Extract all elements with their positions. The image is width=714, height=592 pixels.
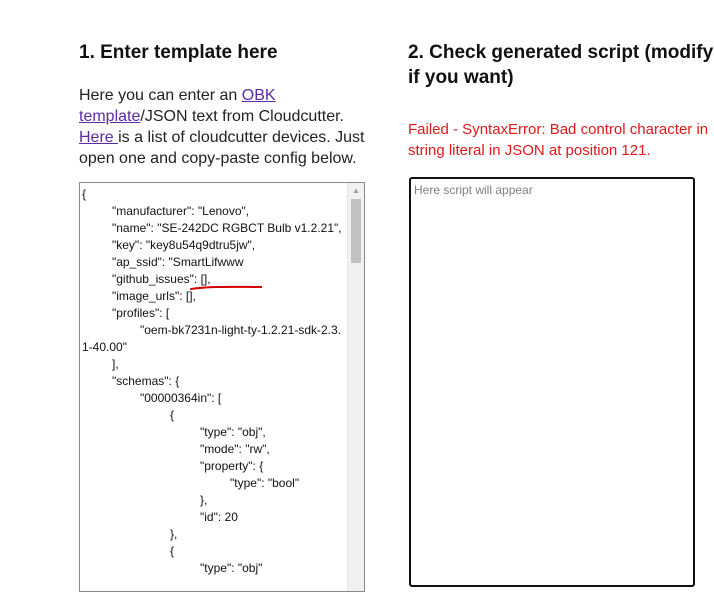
template-textarea[interactable]: { "manufacturer": "Lenovo", "name": "SE-…	[79, 182, 365, 592]
template-line: "oem-bk7231n-light-ty-1.2.21-sdk-2.3.1-4…	[82, 323, 342, 354]
intro-text: is a list of cloudcutter devices. Just o…	[79, 129, 365, 167]
template-line: "profiles": [	[112, 306, 170, 320]
script-placeholder: Here script will appear	[414, 183, 533, 197]
template-line: },	[200, 493, 208, 507]
template-line: "type": "obj"	[200, 561, 263, 575]
intro-text: Here you can enter an	[79, 87, 242, 104]
template-heading: 1. Enter template here	[79, 42, 278, 63]
script-section: 2. Check generated script (modify if you…	[408, 40, 714, 161]
template-line: ],	[112, 357, 119, 371]
template-line: "type": "obj",	[200, 425, 266, 439]
script-textarea[interactable]: Here script will appear	[409, 177, 695, 587]
template-line: "manufacturer": "Lenovo",	[112, 204, 250, 218]
template-line: "type": "bool"	[230, 476, 300, 490]
cloudcutter-devices-link[interactable]: Here	[79, 129, 118, 146]
template-line: "key": "key8u54q9dtru5jw",	[112, 238, 256, 252]
template-line: {	[82, 187, 87, 201]
template-instructions: Here you can enter an OBK template/JSON t…	[79, 85, 379, 169]
template-line: "mode": "rw",	[200, 442, 270, 456]
red-underline-annotation	[190, 285, 262, 290]
template-line: "property": {	[200, 459, 264, 473]
template-line: "image_urls": [],	[112, 289, 196, 303]
template-line: "00000364in": [	[140, 391, 222, 405]
template-line: "schemas": {	[112, 374, 180, 388]
scroll-up-icon[interactable]: ▲	[348, 183, 364, 199]
template-line: "name": "SE-242DC RGBCT Bulb v1.2.21",	[112, 221, 342, 235]
error-message: Failed - SyntaxError: Bad control charac…	[408, 121, 709, 159]
scrollbar-thumb[interactable]	[351, 199, 361, 263]
template-section: 1. Enter template here Here you can ente…	[79, 40, 379, 169]
script-heading: 2. Check generated script (modify if you…	[408, 42, 714, 88]
template-line: {	[170, 544, 175, 558]
template-scrollbar[interactable]: ▲	[347, 183, 364, 591]
intro-text: /JSON text from Cloudcutter.	[140, 108, 344, 125]
template-content[interactable]: { "manufacturer": "Lenovo", "name": "SE-…	[82, 186, 344, 577]
template-line: "id": 20	[200, 510, 238, 524]
template-line: {	[170, 408, 175, 422]
template-line: "ap_ssid": "SmartLifwww	[112, 255, 244, 269]
template-line: },	[170, 527, 178, 541]
